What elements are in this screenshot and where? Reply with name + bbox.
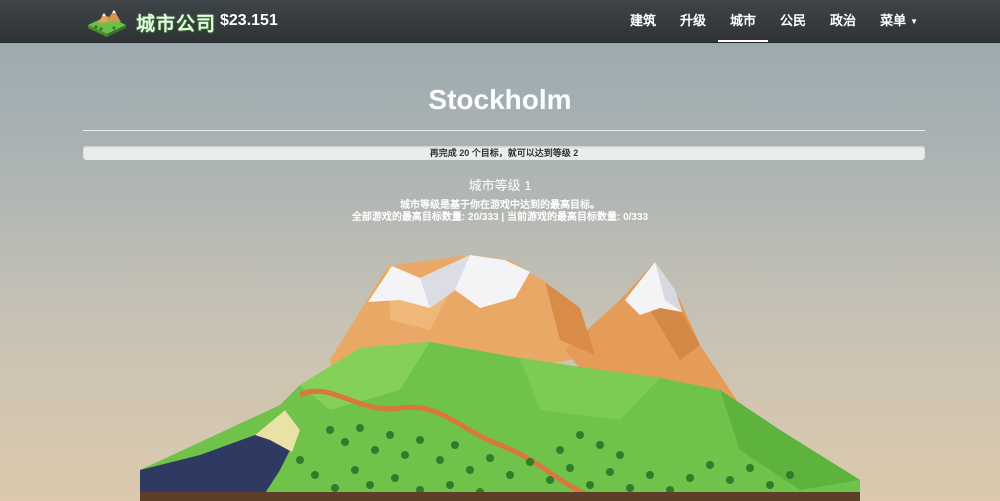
nav-citizens[interactable]: 公民 (768, 0, 818, 42)
caret-down-icon: ▼ (910, 16, 918, 26)
brand[interactable]: 城市公司 (84, 7, 216, 37)
nav-city[interactable]: 城市 (718, 0, 769, 42)
nav-upgrades[interactable]: 升级 (668, 0, 718, 42)
top-navbar: 城市公司 $23.151 建筑 升级 城市 公民 政治 菜单 ▼ (0, 0, 1000, 43)
terrain-base (140, 492, 860, 501)
goals-count-line: 全部游戏的最高目标数量: 20/333 | 当前游戏的最高目标数量: 0/333 (351, 212, 649, 223)
city-title: Stockholm (428, 84, 572, 115)
nav-menu[interactable]: 菜单 ▼ (868, 0, 930, 42)
brand-name: 城市公司 (136, 13, 217, 35)
nav-politics[interactable]: 政治 (818, 0, 868, 42)
city-terrain-illustration (140, 255, 860, 501)
level-progress-text: 再完成 20 个目标，就可以达到等级 2 (429, 148, 579, 158)
city-level-title: 城市等级 1 (468, 178, 532, 193)
city-logo-icon (88, 10, 126, 37)
money-counter: $23.151 (220, 12, 278, 29)
nav-menu-label: 菜单 (880, 13, 907, 28)
level-progress-bar: 再完成 20 个目标，就可以达到等级 2 (83, 146, 925, 160)
title-divider (83, 130, 925, 131)
main-nav: 建筑 升级 城市 公民 政治 菜单 ▼ (618, 0, 930, 42)
nav-buildings[interactable]: 建筑 (618, 0, 668, 42)
